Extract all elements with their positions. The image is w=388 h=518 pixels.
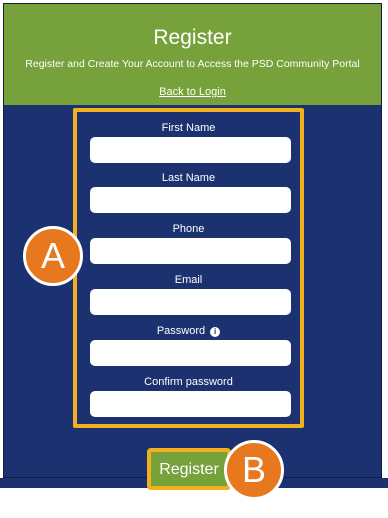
register-header: Register Register and Create Your Accoun… <box>4 4 381 105</box>
last-name-field[interactable] <box>90 187 291 213</box>
back-to-login-link[interactable]: Back to Login <box>4 86 381 99</box>
page-subtitle: Register and Create Your Account to Acce… <box>25 58 360 70</box>
page-title: Register <box>153 26 232 49</box>
password-label: Password <box>156 325 206 337</box>
first-name-label: First Name <box>161 122 216 134</box>
first-name-field[interactable] <box>90 137 291 163</box>
confirm-password-label: Confirm password <box>144 376 233 388</box>
confirm-password-field[interactable] <box>90 391 291 417</box>
info-icon[interactable]: i <box>210 327 221 337</box>
password-label-row: Password i <box>77 325 300 338</box>
registration-form: First Name Last Name Phone Email Passwor… <box>73 108 304 428</box>
email-label: Email <box>174 274 203 286</box>
callout-a: A <box>23 226 83 286</box>
callout-b: B <box>224 440 284 500</box>
password-field[interactable] <box>90 340 291 366</box>
phone-label: Phone <box>172 223 205 235</box>
email-field[interactable] <box>90 289 291 315</box>
last-name-label: Last Name <box>161 172 216 184</box>
phone-field[interactable] <box>90 238 291 264</box>
register-button[interactable]: Register <box>147 448 231 490</box>
